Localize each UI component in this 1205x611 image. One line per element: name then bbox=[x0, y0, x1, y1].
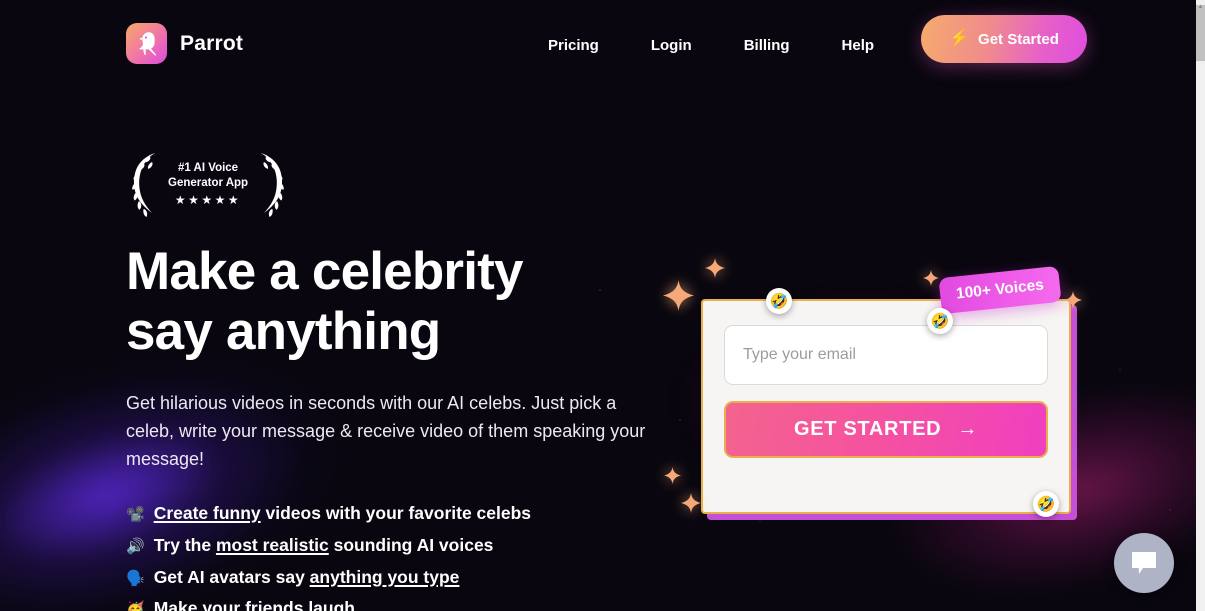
bullet-3-highlight: anything you type bbox=[309, 566, 460, 587]
nav-link-billing[interactable]: Billing bbox=[744, 31, 790, 60]
speaker-icon: 🔊 bbox=[126, 537, 145, 555]
award-line-1: #1 AI Voice bbox=[178, 161, 239, 174]
list-item: 🔊 Try the most realistic sounding AI voic… bbox=[126, 532, 656, 559]
scroll-up-arrow-icon[interactable]: ▲ bbox=[1197, 4, 1204, 10]
headline-line-1: Make a celebrity bbox=[126, 242, 524, 301]
lightning-bolt-icon: ⚡ bbox=[949, 30, 970, 47]
four-point-sparkle-icon bbox=[663, 280, 694, 311]
main-nav: Pricing Login Billing Help bbox=[548, 31, 874, 60]
headline-line-2: say anything bbox=[126, 302, 441, 362]
bullet-4-text: Make your friends laugh bbox=[153, 598, 355, 611]
get-started-button-card-label: GET STARTED bbox=[793, 418, 942, 440]
bullet-2-text: sounding AI voices bbox=[328, 534, 494, 555]
chat-widget-button[interactable] bbox=[1114, 533, 1174, 593]
scrollbar-thumb[interactable]: ▲ bbox=[1196, 4, 1205, 61]
award-badge-text: #1 AI Voice Generator App ★★★★★ bbox=[164, 161, 252, 207]
bullet-2-before: Try the bbox=[153, 534, 216, 555]
bullet-1-highlight: Create funny bbox=[153, 503, 261, 524]
speaking-head-icon: 🗣️ bbox=[126, 569, 145, 587]
bullet-3-before: Get AI avatars say bbox=[153, 566, 310, 587]
nav-link-login[interactable]: Login bbox=[651, 31, 692, 60]
award-stars: ★★★★★ bbox=[174, 193, 242, 208]
chat-bubble-icon bbox=[1132, 551, 1156, 574]
signup-card: GET STARTED → bbox=[701, 299, 1071, 514]
four-point-sparkle-icon bbox=[923, 270, 939, 286]
four-point-sparkle-icon bbox=[664, 467, 681, 484]
header-cta-wrapper: ⚡ Get Started bbox=[907, 3, 1101, 75]
laurel-wreath-left-icon bbox=[132, 153, 155, 217]
email-field[interactable] bbox=[724, 325, 1048, 385]
brand-name: Parrot bbox=[180, 31, 244, 55]
bullet-1-text: videos with your favorite celebs bbox=[260, 503, 532, 524]
hero-left-column: #1 AI Voice Generator App ★★★★★ Make a c… bbox=[126, 148, 656, 611]
hero-subcopy: Get hilarious videos in seconds with our… bbox=[126, 392, 646, 469]
list-item: 🥳 Make your friends laugh bbox=[126, 595, 656, 611]
get-started-button-header-label: Get Started bbox=[978, 30, 1059, 48]
nav-link-pricing[interactable]: Pricing bbox=[548, 31, 599, 60]
page-root: Parrot Pricing Login Billing Help ⚡ Get … bbox=[0, 0, 1196, 611]
award-line-2: Generator App bbox=[168, 176, 249, 189]
list-item: 🗣️ Get AI avatars say anything you type bbox=[126, 564, 656, 591]
hero-feature-list: 📽️ Create funny videos with your favorite… bbox=[126, 500, 656, 611]
get-started-button-card[interactable]: GET STARTED → bbox=[724, 401, 1048, 458]
brand-logo[interactable]: Parrot bbox=[126, 23, 243, 64]
get-started-button-header[interactable]: ⚡ Get Started bbox=[921, 15, 1087, 63]
page-title: Make a celebrity say anything bbox=[126, 242, 656, 363]
video-camera-icon: 📽️ bbox=[126, 506, 145, 524]
arrow-right-icon: → bbox=[957, 418, 979, 440]
nav-link-help[interactable]: Help bbox=[842, 31, 875, 60]
rolling-on-floor-laughing-icon: 🤣 bbox=[927, 308, 953, 334]
four-point-sparkle-icon bbox=[681, 493, 701, 513]
party-face-icon: 🥳 bbox=[126, 601, 145, 611]
four-point-sparkle-icon bbox=[1064, 291, 1082, 309]
parrot-icon bbox=[126, 23, 167, 64]
award-badge: #1 AI Voice Generator App ★★★★★ bbox=[126, 148, 656, 220]
signup-card-zone: GET STARTED → 100+ Voices 🤣 🤣 🤣 bbox=[655, 250, 1095, 535]
laurel-wreath-right-icon bbox=[261, 153, 284, 217]
four-point-sparkle-icon bbox=[705, 258, 725, 278]
site-header: Parrot Pricing Login Billing Help ⚡ Get … bbox=[0, 0, 1196, 88]
rolling-on-floor-laughing-icon: 🤣 bbox=[766, 288, 792, 314]
list-item: 📽️ Create funny videos with your favorite… bbox=[126, 500, 656, 527]
scrollbar[interactable]: ▲ bbox=[1196, 0, 1205, 611]
bullet-2-highlight: most realistic bbox=[215, 534, 329, 555]
rolling-on-floor-laughing-icon: 🤣 bbox=[1033, 491, 1059, 517]
